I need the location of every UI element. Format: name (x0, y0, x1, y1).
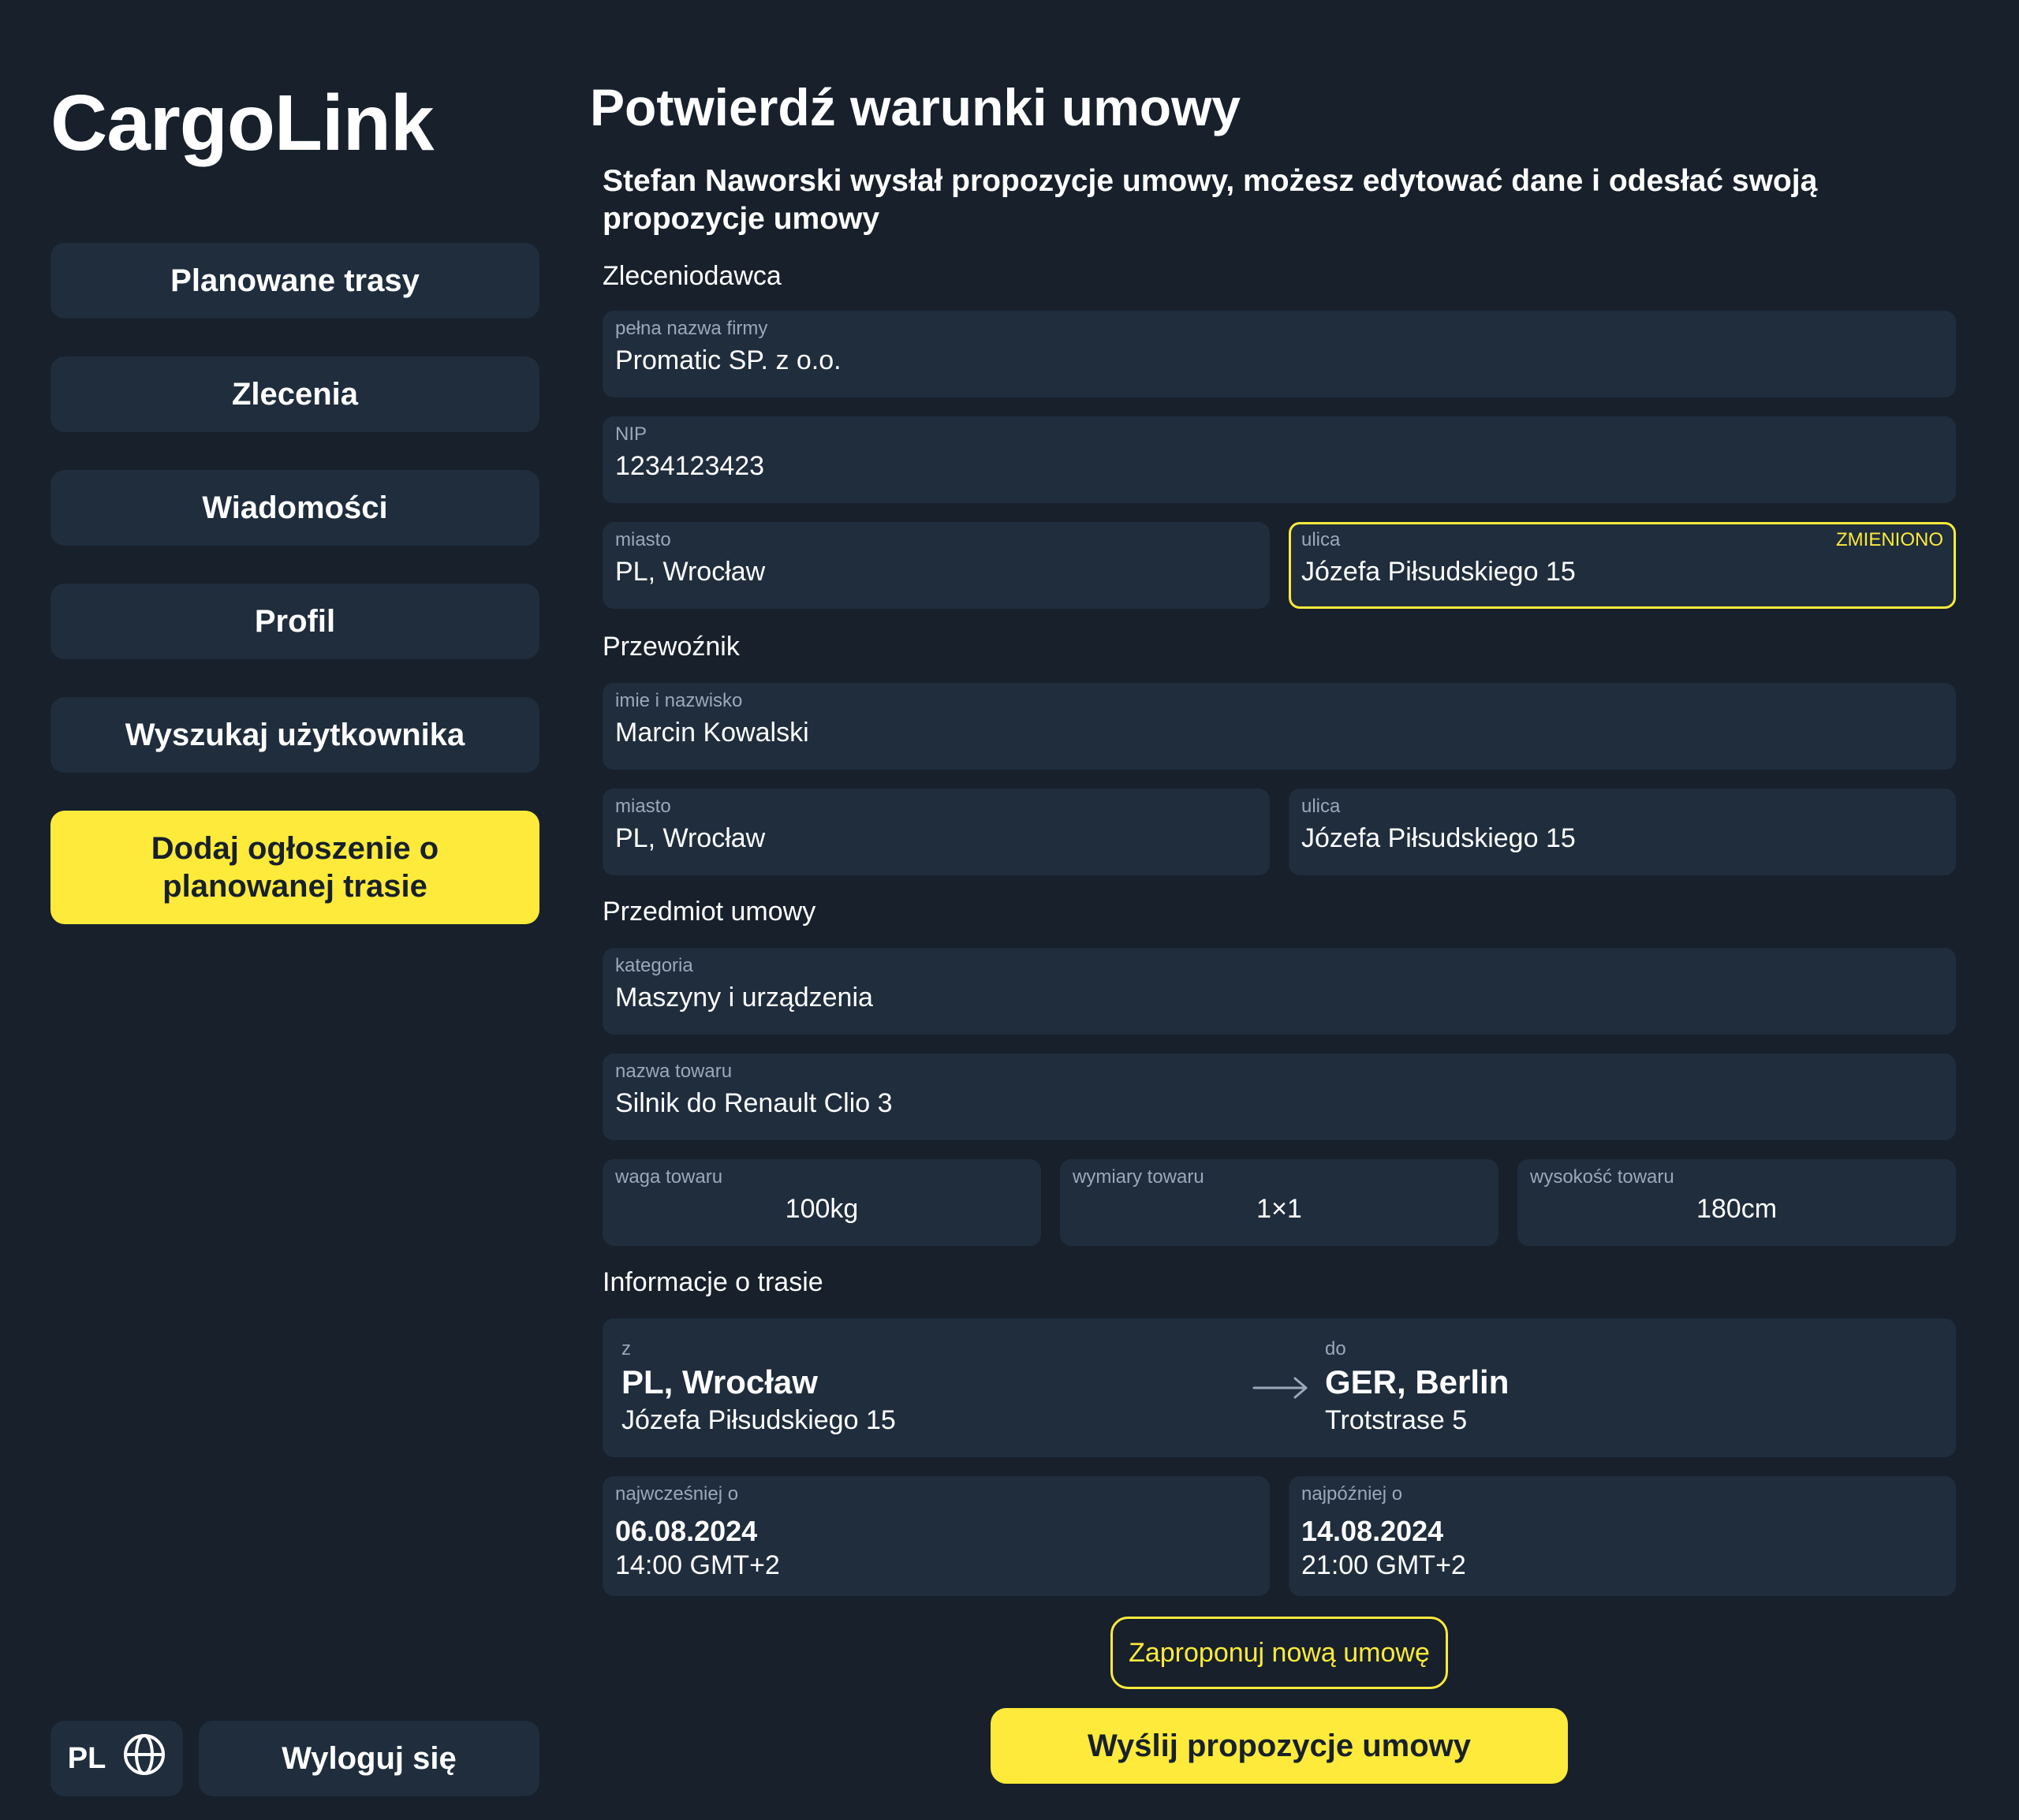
sidebar-item-messages[interactable]: Wiadomości (50, 470, 539, 546)
section-route: Informacje o trasie (603, 1267, 823, 1297)
field-label: pełna nazwa firmy (615, 318, 768, 339)
field-value: Marcin Kowalski (615, 718, 809, 748)
add-route-announcement-button[interactable]: Dodaj ogłoszenie o planowanej trasie (50, 811, 539, 924)
field-label: najpóźniej o (1301, 1483, 1403, 1505)
propose-new-contract-button[interactable]: Zaproponuj nową umowę (1110, 1617, 1448, 1689)
field-label: wymiary towaru (1073, 1166, 1204, 1188)
field-value: 180cm (1696, 1194, 1778, 1224)
sidebar-item-orders[interactable]: Zlecenia (50, 356, 539, 432)
field-value: Promatic SP. z o.o. (615, 345, 842, 375)
field-value: 1234123423 (615, 451, 765, 481)
language-code: PL (67, 1741, 106, 1775)
carrier-name-field[interactable]: imie i nazwisko Marcin Kowalski (603, 683, 1956, 770)
field-label: ulica (1301, 529, 1341, 550)
carrier-city-field[interactable]: miasto PL, Wrocław (603, 789, 1270, 875)
page-title: Potwierdź warunki umowy (590, 78, 1241, 136)
client-nip-field[interactable]: NIP 1234123423 (603, 416, 1956, 503)
app-logo: CargoLink (50, 79, 434, 167)
field-value: 1×1 (1256, 1194, 1302, 1224)
field-label: waga towaru (615, 1166, 723, 1188)
section-client: Zleceniodawca (603, 261, 782, 291)
client-city-field[interactable]: miasto PL, Wrocław (603, 522, 1270, 609)
field-label: NIP (615, 423, 647, 445)
earliest-time: 14:00 GMT+2 (615, 1550, 780, 1580)
field-value: PL, Wrocław (615, 823, 766, 853)
field-label: nazwa towaru (615, 1061, 733, 1082)
field-value: PL, Wrocław (615, 557, 766, 587)
intro-text: Stefan Naworski wysłał propozycje umowy,… (603, 164, 1818, 236)
send-proposal-button[interactable]: Wyślij propozycje umowy (991, 1708, 1568, 1784)
field-label: kategoria (615, 955, 693, 976)
route-from-label: z (621, 1338, 631, 1359)
carrier-street-field[interactable]: ulica Józefa Piłsudskiego 15 (1289, 789, 1956, 875)
sidebar-item-planned-routes[interactable]: Planowane trasy (50, 243, 539, 319)
earliest-date: 06.08.2024 (615, 1515, 758, 1547)
client-company-field[interactable]: pełna nazwa firmy Promatic SP. z o.o. (603, 311, 1956, 397)
field-label: miasto (615, 529, 671, 550)
field-value: Maszyny i urządzenia (615, 983, 873, 1013)
changed-badge: ZMIENIONO (1836, 529, 1943, 550)
sidebar-item-search-user[interactable]: Wyszukaj użytkownika (50, 697, 539, 773)
client-street-field[interactable]: ulica ZMIENIONO Józefa Piłsudskiego 15 (1289, 522, 1956, 609)
route-from-city: PL, Wrocław (621, 1363, 818, 1400)
globe-icon (123, 1733, 166, 1784)
field-value: Józefa Piłsudskiego 15 (1301, 823, 1576, 853)
latest-time: 21:00 GMT+2 (1301, 1550, 1466, 1580)
section-carrier: Przewoźnik (603, 632, 740, 662)
logout-button[interactable]: Wyloguj się (199, 1721, 539, 1796)
field-label: imie i nazwisko (615, 690, 743, 711)
field-label: miasto (615, 796, 671, 817)
arrow-right-icon (1251, 1374, 1311, 1406)
field-value: 100kg (785, 1194, 859, 1224)
field-label: ulica (1301, 796, 1341, 817)
route-to-label: do (1325, 1338, 1346, 1359)
field-value: Józefa Piłsudskiego 15 (1301, 557, 1576, 587)
goods-dimensions-field[interactable]: wymiary towaru 1×1 (1060, 1159, 1498, 1246)
route-to-city: GER, Berlin (1325, 1363, 1510, 1400)
route-to-street: Trotstrase 5 (1325, 1405, 1468, 1435)
route-card: z PL, Wrocław Józefa Piłsudskiego 15 do … (603, 1318, 1956, 1457)
goods-category-field[interactable]: kategoria Maszyny i urządzenia (603, 948, 1956, 1035)
field-value: Silnik do Renault Clio 3 (615, 1088, 893, 1118)
field-label: najwcześniej o (615, 1483, 739, 1505)
latest-date-field[interactable]: najpóźniej o 14.08.2024 21:00 GMT+2 (1289, 1476, 1956, 1596)
latest-date: 14.08.2024 (1301, 1515, 1444, 1547)
earliest-date-field[interactable]: najwcześniej o 06.08.2024 14:00 GMT+2 (603, 1476, 1270, 1596)
language-switch-button[interactable]: PL (50, 1721, 183, 1796)
route-from-street: Józefa Piłsudskiego 15 (621, 1405, 896, 1435)
goods-name-field[interactable]: nazwa towaru Silnik do Renault Clio 3 (603, 1054, 1956, 1140)
goods-weight-field[interactable]: waga towaru 100kg (603, 1159, 1041, 1246)
field-label: wysokość towaru (1530, 1166, 1674, 1188)
goods-height-field[interactable]: wysokość towaru 180cm (1517, 1159, 1956, 1246)
sidebar-item-profile[interactable]: Profil (50, 584, 539, 659)
section-subject: Przedmiot umowy (603, 897, 816, 927)
